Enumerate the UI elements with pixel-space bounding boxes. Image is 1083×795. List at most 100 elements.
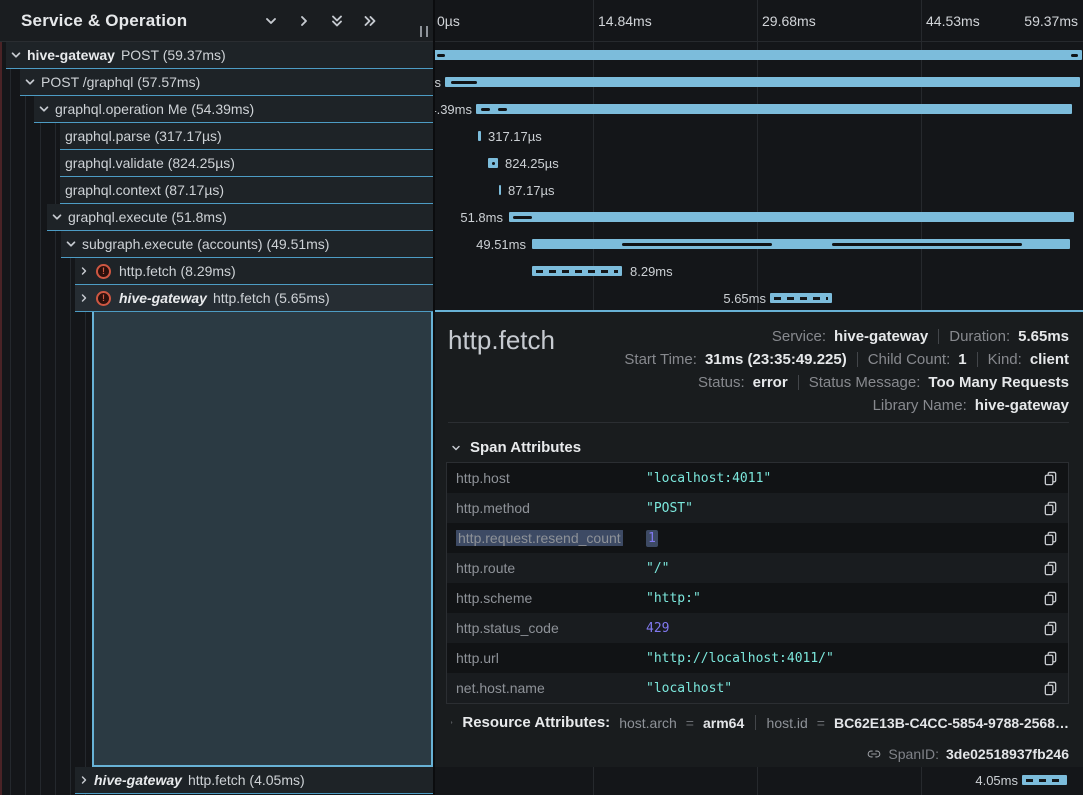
attr-value: "http://localhost:4011/"	[646, 651, 1041, 666]
copy-icon[interactable]	[1041, 589, 1059, 607]
attr-row-selected[interactable]: http.request.resend_count 1	[447, 523, 1068, 553]
span-label: graphql.parse (317.17µs)	[65, 128, 222, 144]
attr-value: "POST"	[646, 501, 1041, 516]
span-bar[interactable]	[488, 158, 498, 168]
gridline	[757, 0, 758, 312]
chevron-down-icon[interactable]	[50, 210, 64, 224]
gridline	[757, 767, 758, 795]
collapse-one-icon[interactable]	[263, 13, 279, 29]
tree-row[interactable]: POST /graphql (57.57ms)	[20, 69, 433, 96]
collapse-all-icon[interactable]	[329, 13, 345, 29]
meta-value: 1	[958, 351, 966, 368]
span-meta: Service: hive-gateway Duration: 5.65ms S…	[624, 328, 1069, 414]
chevron-down-icon[interactable]	[9, 48, 23, 62]
chevron-right-icon[interactable]	[78, 265, 90, 277]
attr-value: "localhost:4011"	[646, 471, 1041, 486]
span-label: graphql.context (87.17µs)	[65, 182, 224, 198]
panel-resize-handle[interactable]	[420, 26, 428, 37]
meta-value: hive-gateway	[834, 328, 928, 345]
span-bar[interactable]	[476, 104, 1072, 114]
ruler-tick: 14.84ms	[598, 13, 652, 29]
meta-label: Start Time:	[624, 351, 697, 368]
indent-guide	[40, 42, 41, 795]
bar-duration-label: 4.05ms	[938, 767, 1018, 794]
chevron-right-icon[interactable]	[78, 292, 90, 304]
chevron-right-icon	[450, 717, 453, 728]
tree-row[interactable]: graphql.execute (51.8ms)	[47, 204, 433, 231]
tree-row[interactable]: graphql.operation Me (54.39ms)	[34, 96, 433, 123]
span-label: http.fetch (5.65ms)	[213, 290, 330, 306]
span-bar[interactable]	[532, 239, 1070, 249]
span-bar-error[interactable]	[1022, 775, 1067, 785]
expand-all-icon[interactable]	[362, 13, 378, 29]
copy-icon[interactable]	[1041, 619, 1059, 637]
attr-row[interactable]: http.scheme "http:"	[447, 583, 1068, 613]
span-id-row: SpanID: 3de02518937fb246	[867, 746, 1069, 762]
attr-row[interactable]: http.method "POST"	[447, 493, 1068, 523]
tree-row-selected[interactable]: hive-gateway http.fetch (5.65ms)	[75, 285, 433, 312]
equals-sign: =	[817, 715, 825, 731]
chevron-down-icon[interactable]	[37, 102, 51, 116]
attr-row[interactable]: http.host "localhost:4011"	[447, 463, 1068, 493]
meta-label: Child Count:	[868, 351, 951, 368]
bar-duration-label: 54.39ms	[435, 96, 472, 123]
copy-icon[interactable]	[1041, 679, 1059, 697]
chevron-down-icon[interactable]	[64, 237, 78, 251]
error-icon	[96, 291, 111, 306]
error-icon	[96, 264, 111, 279]
expand-one-icon[interactable]	[296, 13, 312, 29]
ruler-tick: 59.37ms	[1024, 13, 1078, 29]
meta-value: client	[1030, 351, 1069, 368]
resource-value: arm64	[703, 715, 744, 731]
resource-key: host.arch	[619, 715, 677, 731]
attr-row[interactable]: http.route "/"	[447, 553, 1068, 583]
copy-icon[interactable]	[1041, 499, 1059, 517]
attr-value: 1	[646, 530, 658, 547]
copy-icon[interactable]	[1041, 469, 1059, 487]
tree-row-root[interactable]: hive-gateway POST (59.37ms)	[6, 42, 433, 69]
resource-value: BC62E13B-C4CC-5854-9788-2568…	[834, 715, 1069, 731]
span-bar[interactable]	[445, 77, 1080, 87]
span-detail-title: http.fetch	[448, 325, 555, 356]
attr-row[interactable]: http.url "http://localhost:4011/"	[447, 643, 1068, 673]
meta-divider	[857, 352, 858, 367]
attr-key: http.status_code	[456, 620, 646, 636]
tree-row[interactable]: subgraph.execute (accounts) (49.51ms)	[61, 231, 433, 258]
tree-row[interactable]: graphql.parse (317.17µs)	[60, 123, 433, 150]
span-bar[interactable]	[499, 185, 501, 195]
span-label: graphql.operation Me (54.39ms)	[55, 101, 254, 117]
span-bar[interactable]	[509, 212, 1074, 222]
copy-icon[interactable]	[1041, 649, 1059, 667]
gridline	[921, 767, 922, 795]
span-attributes-toggle[interactable]: Span Attributes	[450, 439, 581, 456]
section-divider	[448, 422, 1069, 423]
span-bar[interactable]	[478, 131, 481, 141]
attr-key: http.url	[456, 650, 646, 666]
span-bar-error[interactable]	[532, 266, 622, 276]
tree-row[interactable]: graphql.context (87.17µs)	[60, 177, 433, 204]
span-bar-root[interactable]	[435, 50, 1082, 60]
indent-guide	[55, 42, 56, 795]
attr-key: net.host.name	[456, 680, 646, 696]
span-label: POST /graphql (57.57ms)	[41, 74, 200, 90]
attr-row[interactable]: net.host.name "localhost"	[447, 673, 1068, 703]
chevron-down-icon[interactable]	[23, 75, 37, 89]
attr-key: http.scheme	[456, 590, 646, 606]
gridline	[921, 0, 922, 312]
attr-key: http.method	[456, 500, 646, 516]
copy-icon[interactable]	[1041, 559, 1059, 577]
span-id-value[interactable]: 3de02518937fb246	[946, 746, 1069, 762]
attr-key: http.host	[456, 470, 646, 486]
link-icon[interactable]	[867, 747, 881, 761]
attr-row[interactable]: http.status_code 429	[447, 613, 1068, 643]
copy-icon[interactable]	[1041, 529, 1059, 547]
tree-row[interactable]: graphql.validate (824.25µs)	[60, 150, 433, 177]
span-bar-selected[interactable]	[770, 293, 832, 303]
ruler-tick: 29.68ms	[762, 13, 816, 29]
resource-attributes-row[interactable]: Resource Attributes: host.arch = arm64 h…	[450, 714, 1069, 731]
tree-row[interactable]: http.fetch (8.29ms)	[75, 258, 433, 285]
bar-duration-label: 317.17µs	[488, 123, 542, 150]
meta-value: hive-gateway	[975, 397, 1069, 414]
chevron-right-icon[interactable]	[78, 774, 90, 786]
tree-row[interactable]: hive-gateway http.fetch (4.05ms)	[75, 767, 433, 794]
